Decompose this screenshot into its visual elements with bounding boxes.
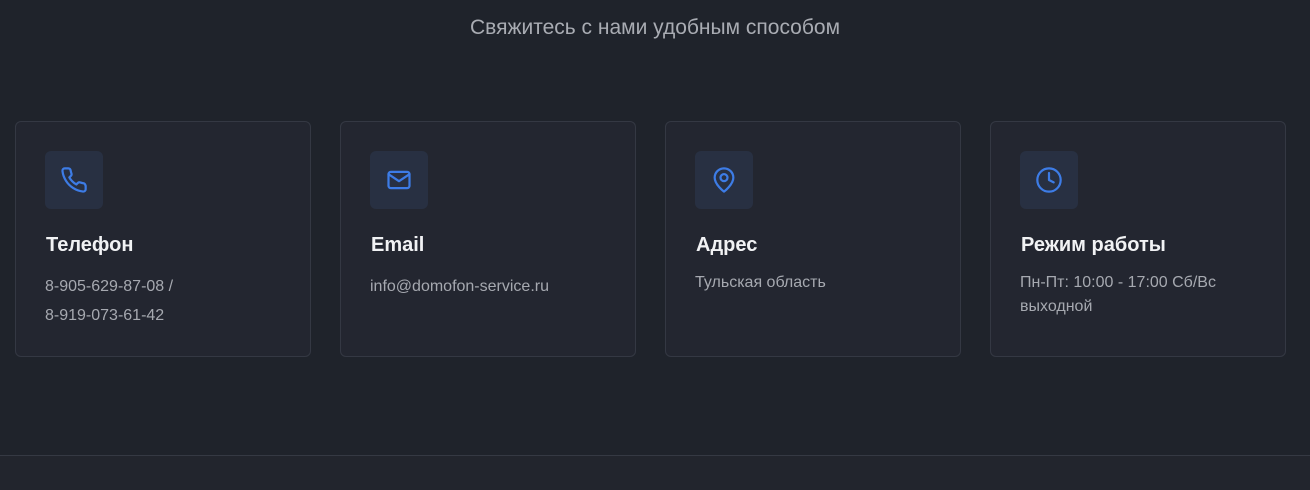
card-title: Email [371, 234, 425, 256]
contact-cards: Телефон 8-905-629-87-08 / 8-919-073-61-4… [15, 121, 1286, 357]
footer-divider [0, 455, 1310, 490]
phone-number[interactable]: 8-919-073-61-42 [45, 301, 173, 330]
email-link[interactable]: info@domofon-service.ru [370, 274, 549, 300]
card-title: Телефон [46, 234, 134, 256]
working-hours: Пн-Пт: 10:00 - 17:00 Сб/Вс выходной [1020, 271, 1270, 319]
contact-card-address: Адрес Тульская область [665, 121, 961, 357]
hours-line: Пн-Пт: 10:00 - 17:00 Сб/Вс выходной [1020, 274, 1216, 315]
contact-card-email: Email info@domofon-service.ru [340, 121, 636, 357]
contact-card-phone: Телефон 8-905-629-87-08 / 8-919-073-61-4… [15, 121, 311, 357]
section-subtitle: Свяжитесь с нами удобным способом [469, 16, 841, 39]
address-line: Тульская область [695, 274, 826, 291]
phone-numbers: 8-905-629-87-08 / 8-919-073-61-42 [45, 272, 173, 330]
clock-icon [1020, 151, 1078, 209]
address-text: Тульская область [695, 271, 826, 295]
map-pin-icon [695, 151, 753, 209]
phone-icon [45, 151, 103, 209]
phone-number[interactable]: 8-905-629-87-08 / [45, 272, 173, 301]
card-title: Режим работы [1021, 234, 1166, 256]
contact-card-hours: Режим работы Пн-Пт: 10:00 - 17:00 Сб/Вс … [990, 121, 1286, 357]
card-title: Адрес [696, 234, 758, 256]
mail-icon [370, 151, 428, 209]
email-address: info@domofon-service.ru [370, 274, 549, 300]
